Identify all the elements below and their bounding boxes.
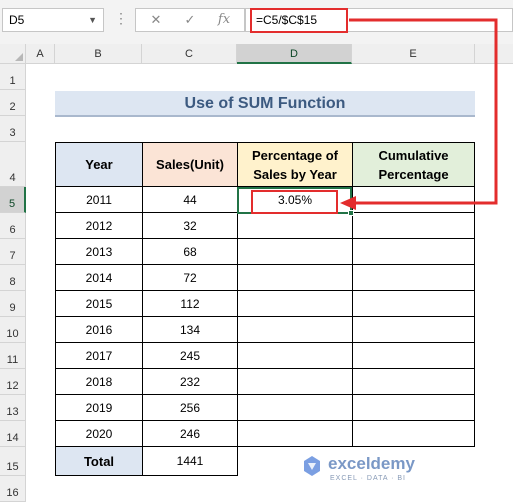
- annotation-arrow: [340, 18, 498, 210]
- exceldemy-logo-icon: [304, 456, 320, 476]
- watermark-tagline: EXCEL · DATA · BI: [330, 475, 406, 482]
- arrow-head-icon: [340, 196, 356, 210]
- exceldemy-watermark: exceldemy EXCEL · DATA · BI: [300, 452, 435, 496]
- arrow-line: [349, 18, 498, 205]
- watermark-brand: exceldemy: [328, 454, 415, 473]
